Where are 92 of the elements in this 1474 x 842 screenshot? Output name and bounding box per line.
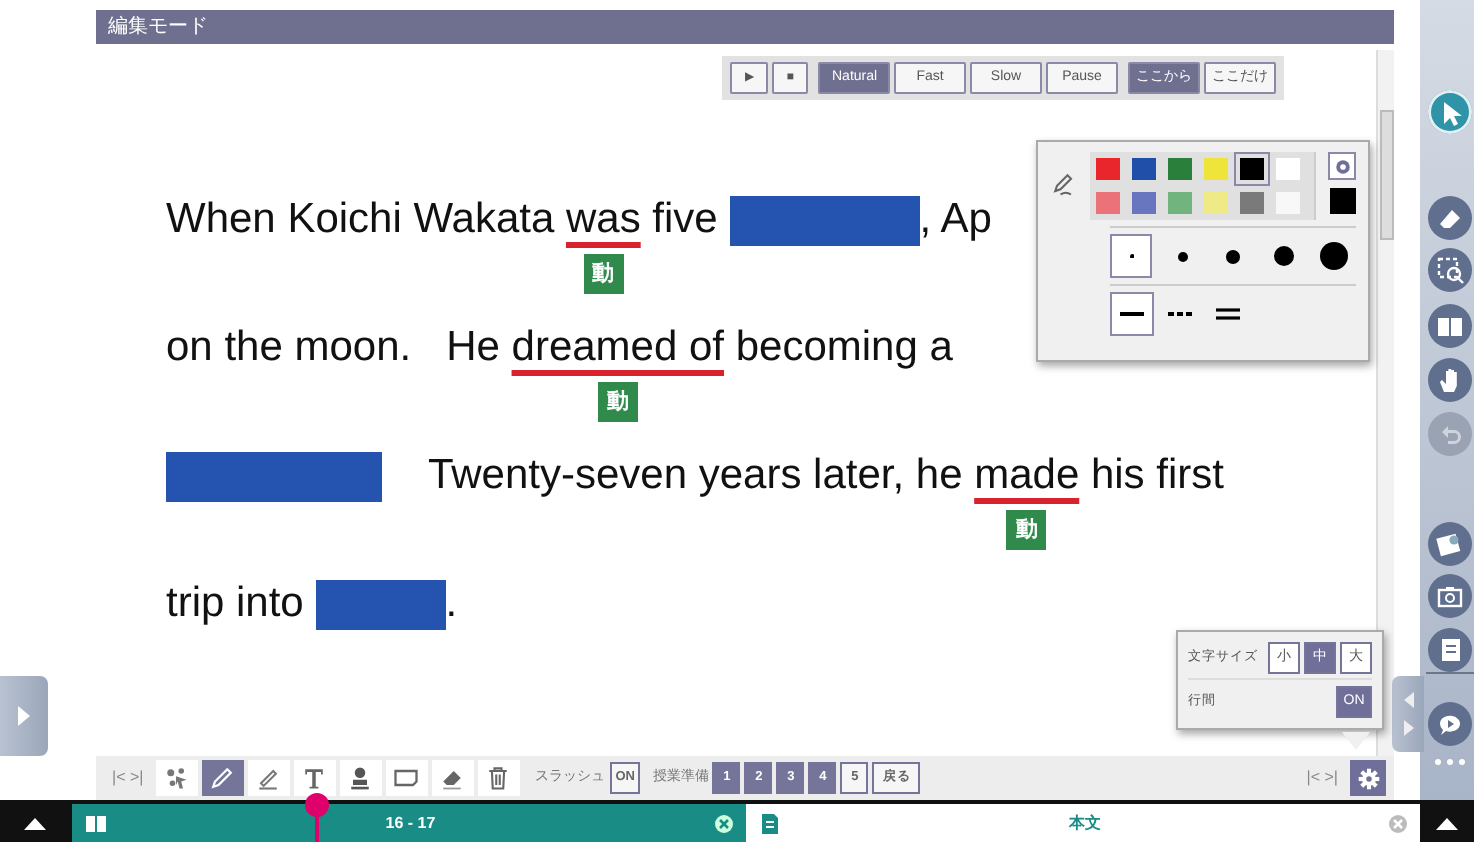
solid-line-icon: [1118, 306, 1146, 322]
expand-button[interactable]: [1420, 804, 1474, 842]
dot-icon: [1177, 251, 1188, 261]
sidebar-tool-button[interactable]: [1428, 248, 1472, 292]
underlined-word[interactable]: was: [565, 196, 641, 243]
dot-icon: [1129, 253, 1134, 259]
passage-text: Twenty-seven years later, he: [425, 450, 965, 503]
settings-icon: [1357, 767, 1379, 789]
underlined-word[interactable]: made: [974, 452, 1080, 499]
tool-button[interactable]: [477, 760, 520, 796]
pen-icon: [208, 764, 237, 792]
current-color-swatch: [1329, 188, 1355, 214]
palette-settings-button[interactable]: [1328, 152, 1356, 180]
book-icon: [83, 811, 108, 835]
color-swatch[interactable]: [1126, 152, 1162, 186]
panel-toggle-handle[interactable]: [1392, 676, 1424, 752]
passage-text: five: [650, 194, 720, 247]
tool-button[interactable]: [201, 760, 244, 796]
passage-text: , Ap: [919, 194, 992, 247]
color-swatch[interactable]: [1234, 152, 1270, 186]
page-tab-label: 本文: [1066, 811, 1103, 835]
color-swatch[interactable]: [1090, 152, 1126, 186]
sidebar-tool-button[interactable]: [1428, 358, 1472, 402]
tool-button[interactable]: [339, 760, 382, 796]
passage-text: becoming a: [733, 322, 953, 375]
right-arrow-icon: [1401, 718, 1415, 738]
passage-text: his first: [1088, 450, 1224, 503]
page-nav-link[interactable]: |< >|: [104, 766, 152, 790]
settings-button[interactable]: [1350, 760, 1386, 796]
passage-text: .: [445, 578, 458, 631]
up-arrow-icon: [24, 817, 47, 829]
verb-tag: 動: [583, 254, 624, 295]
verb-tag: 動: [597, 382, 638, 423]
close-icon: [1388, 813, 1409, 833]
sidebar-tool-button[interactable]: [1428, 628, 1472, 672]
sidebar-tool-button[interactable]: [1428, 90, 1472, 134]
passage-text: trip into: [166, 578, 306, 631]
color-swatch[interactable]: [1126, 186, 1162, 220]
color-swatch[interactable]: [1270, 152, 1306, 186]
rectangle-icon: [392, 764, 421, 792]
sidebar-tool-button[interactable]: [1428, 522, 1472, 566]
scrollbar[interactable]: [1376, 50, 1394, 756]
dot-icon: [1226, 249, 1241, 263]
sidebar-tool-button[interactable]: [1428, 304, 1472, 348]
color-swatch[interactable]: [1198, 152, 1234, 186]
line-style-option[interactable]: [1110, 292, 1154, 336]
tool-button[interactable]: [247, 760, 290, 796]
color-swatch[interactable]: [1234, 186, 1270, 220]
stamp-icon: [346, 764, 375, 792]
tool-button[interactable]: [431, 760, 474, 796]
passage-text: When Koichi Wakata: [166, 194, 557, 247]
double-line-icon: [1214, 306, 1242, 322]
close-icon: [713, 813, 733, 833]
color-swatch[interactable]: [1090, 186, 1126, 220]
select-tool-icon: [162, 764, 191, 792]
answer-blank[interactable]: [729, 195, 920, 245]
sidebar-tool-button[interactable]: [1428, 196, 1472, 240]
dot-icon: [1320, 242, 1349, 270]
sidebar-tool-button[interactable]: [1428, 702, 1472, 746]
color-swatch[interactable]: [1270, 186, 1306, 220]
sidebar-tool-button[interactable]: [1428, 574, 1472, 618]
text-tool-icon: [300, 764, 329, 792]
tool-button[interactable]: [385, 760, 428, 796]
page-tab[interactable]: 16 - 17: [71, 804, 745, 842]
pen-icon: [1050, 168, 1078, 200]
marker-icon: [254, 764, 283, 792]
gallery-icon: [1434, 528, 1466, 560]
color-swatch[interactable]: [1162, 152, 1198, 186]
color-swatch[interactable]: [1162, 186, 1198, 220]
zoom-select-icon: [1434, 254, 1466, 286]
dot-icon: [1273, 246, 1294, 266]
tool-button[interactable]: [155, 760, 198, 796]
color-swatch[interactable]: [1198, 186, 1234, 220]
settings-icon: [1333, 157, 1351, 175]
left-arrow-icon: [1401, 690, 1415, 710]
verb-tag: 動: [1006, 510, 1047, 551]
right-arrow-icon: [16, 704, 32, 728]
side-panel-handle[interactable]: [0, 676, 48, 756]
passage-text: on the moon. He: [166, 322, 502, 375]
dashed-line-icon: [1166, 306, 1194, 322]
underlined-word[interactable]: dreamed of: [511, 324, 725, 371]
position-marker[interactable]: [304, 792, 330, 842]
trash-icon: [484, 764, 513, 792]
page-tab-label: 16 - 17: [383, 811, 438, 835]
up-arrow-icon: [1436, 817, 1459, 829]
answer-blank[interactable]: [315, 579, 446, 629]
document-icon: [757, 811, 781, 835]
expand-button[interactable]: [0, 804, 72, 842]
tool-button[interactable]: [293, 760, 336, 796]
more-icon: [1432, 758, 1468, 766]
mode-title-bar: 編集モード: [96, 10, 1394, 44]
page-nav-link[interactable]: |< >|: [1298, 766, 1346, 790]
